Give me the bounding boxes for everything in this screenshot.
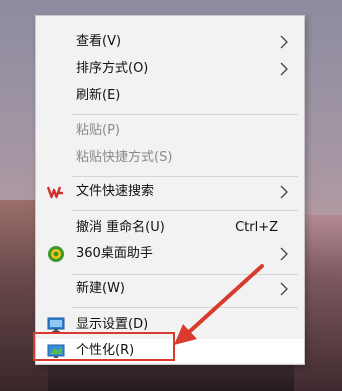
menu-item-new[interactable]: 新建(W) (36, 277, 304, 301)
menu-separator (72, 210, 298, 211)
desktop-context-menu: 查看(V) 排序方式(O) 刷新(E) 粘贴(P) 粘贴快捷方式(S) 文件快速… (35, 15, 305, 365)
wps-logo-icon (47, 186, 63, 199)
monitor-icon (47, 317, 65, 333)
menu-separator (72, 176, 298, 177)
menu-item-paste: 粘贴(P) (36, 119, 304, 143)
menu-item-label: 排序方式(O) (76, 61, 149, 76)
menu-item-undo-rename[interactable]: 撤消 重命名(U) Ctrl+Z (36, 216, 304, 240)
chevron-right-icon (280, 35, 288, 49)
menu-item-label: 新建(W) (76, 281, 125, 296)
chevron-right-icon (280, 62, 288, 76)
menu-item-label: 刷新(E) (76, 88, 121, 103)
menu-item-refresh[interactable]: 刷新(E) (36, 84, 304, 108)
menu-item-label: 粘贴快捷方式(S) (76, 150, 173, 165)
menu-item-label: 粘贴(P) (76, 123, 120, 138)
chevron-right-icon (280, 185, 288, 199)
highlight-box (33, 332, 175, 361)
menu-item-label: 文件快速搜索 (76, 184, 155, 199)
menu-separator (72, 307, 298, 308)
menu-item-label: 查看(V) (76, 34, 122, 49)
menu-item-view[interactable]: 查看(V) (36, 30, 304, 54)
chevron-right-icon (280, 282, 288, 296)
chevron-right-icon (280, 247, 288, 261)
menu-separator (72, 114, 298, 115)
menu-item-360-assistant[interactable]: 360桌面助手 (36, 242, 304, 266)
menu-separator (72, 274, 298, 275)
menu-item-paste-shortcut: 粘贴快捷方式(S) (36, 146, 304, 170)
shortcut-text: Ctrl+Z (235, 220, 278, 235)
menu-item-sort[interactable]: 排序方式(O) (36, 57, 304, 81)
menu-item-label: 360桌面助手 (76, 246, 153, 261)
360-assistant-icon (48, 246, 64, 262)
menu-item-file-search[interactable]: 文件快速搜索 (36, 180, 304, 204)
menu-item-label: 撤消 重命名(U) (76, 220, 165, 235)
